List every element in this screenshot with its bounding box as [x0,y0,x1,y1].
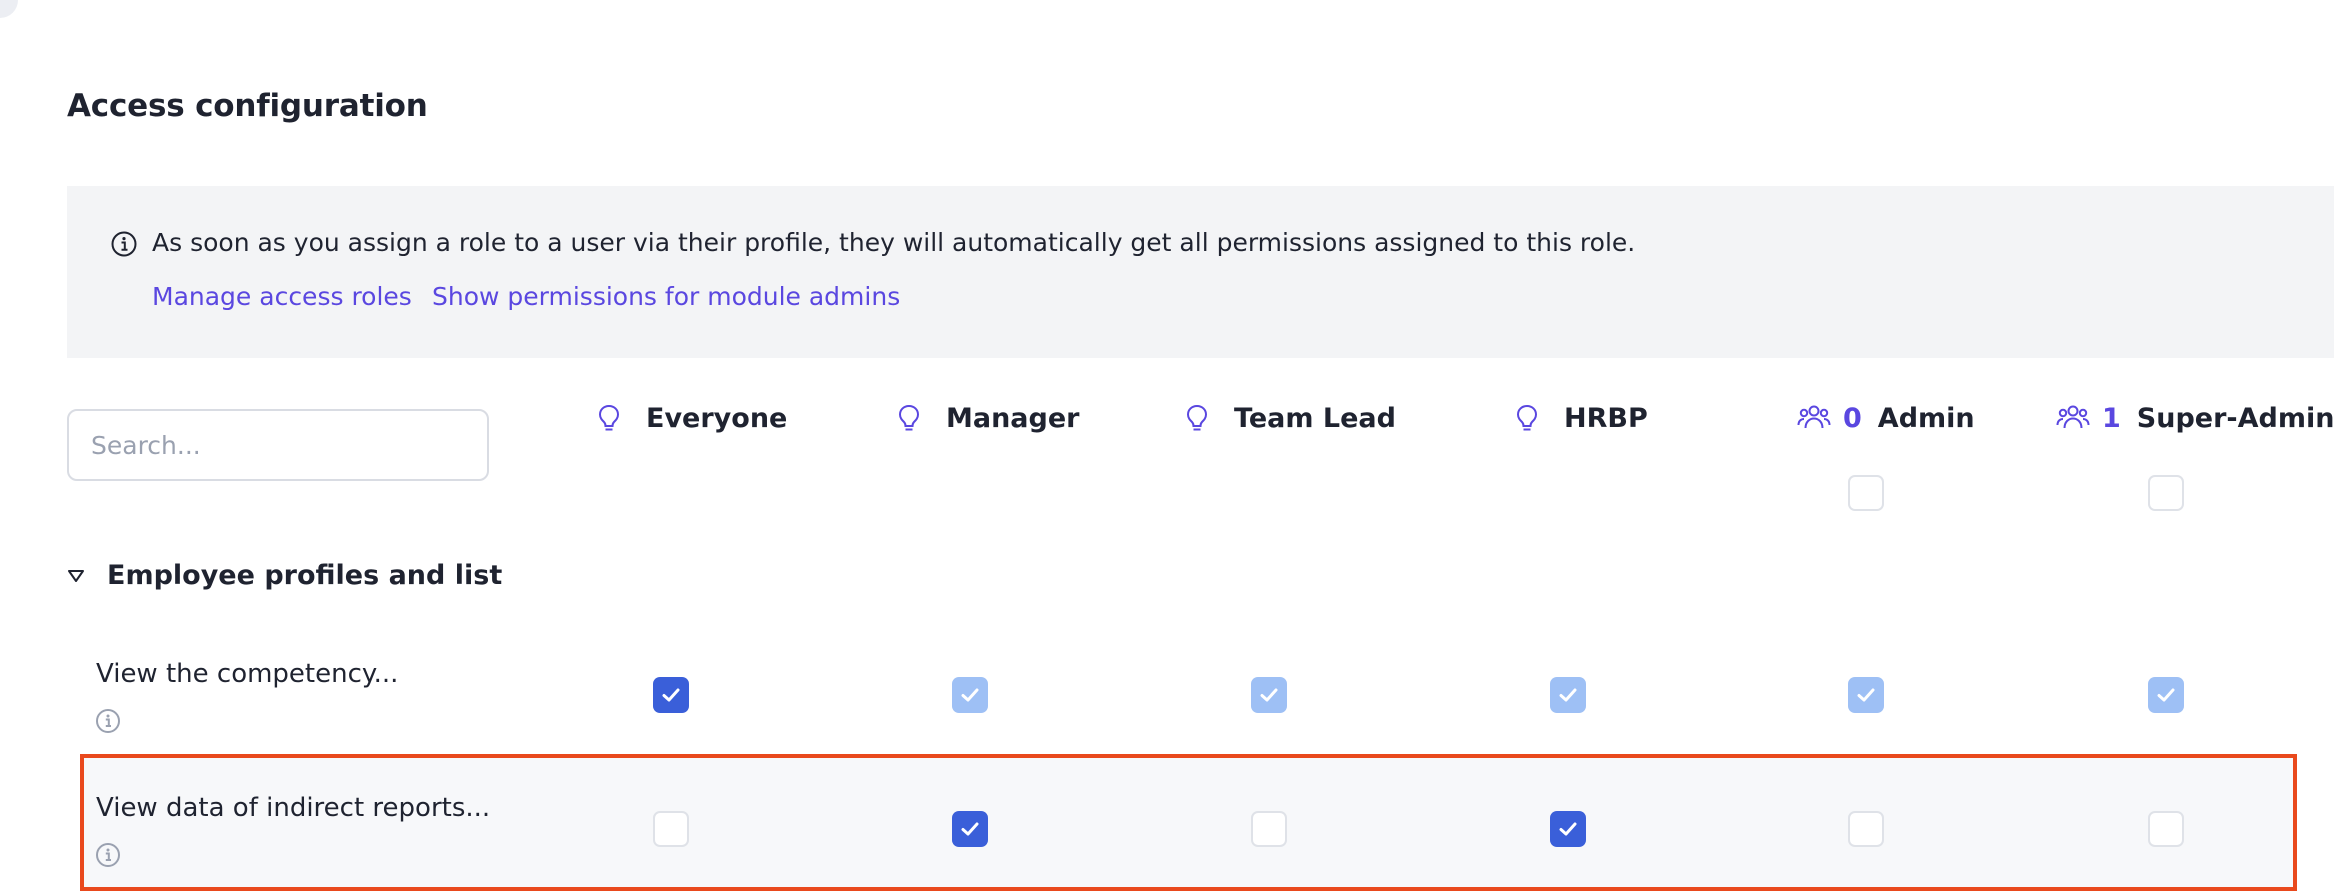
lightbulb-icon [598,404,620,431]
permission-checkbox[interactable] [952,677,988,713]
permission-checkbox[interactable] [1848,811,1884,847]
select-all-super-admin-checkbox[interactable] [2148,475,2184,511]
column-label: Manager [946,402,1080,434]
member-count: 1 [2102,402,2121,434]
permission-checkbox[interactable] [653,811,689,847]
users-group-icon [1797,405,1831,429]
select-all-admin-checkbox[interactable] [1848,475,1884,511]
column-header-hrbp: HRBP [1514,398,1648,438]
section-toggle-employee-profiles[interactable]: Employee profiles and list [67,560,502,591]
column-label: Super-Admin [2136,402,2334,434]
info-banner: As soon as you assign a role to a user v… [67,186,2334,358]
column-label: Team Lead [1234,402,1396,434]
column-header-super-admin: 1 Super-Admin [2056,398,2334,438]
info-icon[interactable] [95,708,121,734]
column-header-team-lead: Team Lead [1184,398,1396,438]
show-module-admin-permissions-link[interactable]: Show permissions for module admins [432,282,900,311]
users-group-icon [2056,405,2090,429]
search-input[interactable] [67,409,489,481]
column-label: Admin [1877,402,1975,434]
column-label: HRBP [1564,402,1648,434]
permission-checkbox[interactable] [1251,677,1287,713]
info-icon[interactable] [95,842,121,868]
permission-label: View the competency... [96,659,399,689]
info-icon [111,231,137,257]
column-header-admin: 0 Admin [1797,398,1975,438]
column-label: Everyone [646,402,788,434]
page-title: Access configuration [67,88,428,124]
permission-checkbox[interactable] [1251,811,1287,847]
permission-checkbox[interactable] [1550,811,1586,847]
lightbulb-icon [1186,404,1208,431]
banner-message: As soon as you assign a role to a user v… [152,228,1636,257]
column-header-manager: Manager [896,398,1079,438]
window-corner [0,0,18,18]
manage-access-roles-link[interactable]: Manage access roles [152,282,412,311]
column-header-everyone: Everyone [596,398,787,438]
permission-checkbox[interactable] [2148,811,2184,847]
lightbulb-icon [898,404,920,431]
section-title: Employee profiles and list [107,560,503,591]
permission-label: View data of indirect reports... [96,793,491,823]
collapse-triangle-icon [68,569,84,582]
member-count: 0 [1843,402,1862,434]
lightbulb-icon [1516,404,1538,431]
permission-checkbox[interactable] [1848,677,1884,713]
permission-checkbox[interactable] [1550,677,1586,713]
permission-checkbox[interactable] [952,811,988,847]
permission-checkbox[interactable] [2148,677,2184,713]
permission-checkbox[interactable] [653,677,689,713]
